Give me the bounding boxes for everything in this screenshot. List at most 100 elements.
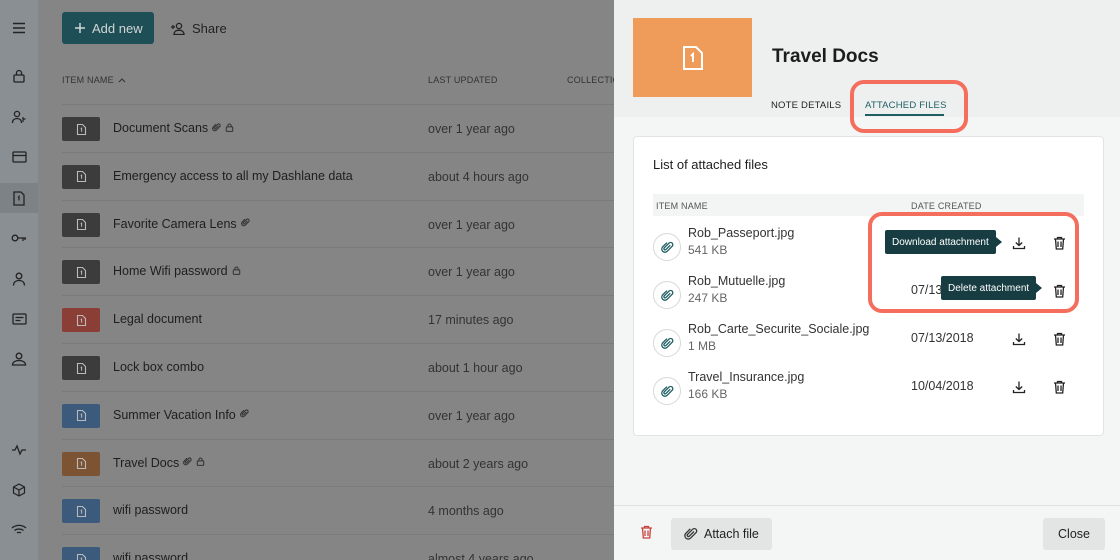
note-thumbnail-small [62,164,100,189]
note-row[interactable]: wifi password 4 months ago [62,486,614,534]
person-icon[interactable] [0,264,38,294]
note-name: Emergency access to all my Dashlane data [113,169,353,183]
note-name-text: wifi password [113,551,189,560]
column-header-collection-label: COLLECTIO [567,75,614,85]
note-row[interactable]: Legal document 17 minutes ago [62,295,614,343]
attachment-icon [183,457,192,468]
note-thumbnail-small [62,117,100,141]
credit-card-icon[interactable] [0,142,38,172]
file-name: Rob_Mutuelle.jpg [688,274,786,288]
download-icon[interactable] [1008,376,1030,398]
note-name-text: Document Scans [113,121,209,135]
column-header-collection[interactable]: COLLECTIO [567,75,614,85]
file-name: Travel_Insurance.jpg [688,370,805,384]
file-size: 247 KB [688,291,728,305]
paperclip-icon [653,377,681,405]
add-new-button[interactable]: Add new [62,12,154,44]
note-name: Home Wifi password [113,264,241,278]
note-row[interactable]: Emergency access to all my Dashlane data… [62,151,614,200]
note-detail-panel: Travel Docs NOTE DETAILS ATTACHED FILES … [614,0,1120,560]
download-icon[interactable] [1008,328,1030,350]
attach-file-label: Attach file [704,527,759,541]
close-button[interactable]: Close [1043,518,1105,550]
add-new-label: Add new [92,20,143,36]
note-updated: about 2 years ago [428,456,529,471]
note-name-text: Emergency access to all my Dashlane data [113,168,353,183]
note-thumbnail-small [62,308,100,333]
note-row[interactable]: wifi password almost 4 years ago [62,534,614,560]
lock-icon [232,266,241,277]
column-header-updated[interactable]: LAST UPDATED [428,75,498,85]
note-row[interactable]: Home Wifi password over 1 year ago [62,247,614,295]
contacts-icon[interactable] [0,344,38,374]
lock-icon [225,123,234,134]
file-size: 1 MB [688,339,717,353]
note-updated: about 1 hour ago [428,361,523,375]
note-updated: over 1 year ago [428,122,515,136]
column-header-updated-label: LAST UPDATED [428,75,498,85]
tab-note-details[interactable]: NOTE DETAILS [771,100,841,111]
cube-icon[interactable] [0,475,38,505]
trash-icon[interactable] [1048,328,1070,350]
note-name-text: wifi password [113,503,189,518]
note-icon [682,45,703,70]
note-updated: over 1 year ago [428,265,515,280]
note-thumbnail-small [62,499,100,524]
attached-file-row: Travel_Insurance.jpg 166 KB 10/04/2018 [653,369,1084,417]
secure-notes-icon[interactable] [0,183,38,213]
share-label: Share [192,20,227,36]
lock-icon[interactable] [0,61,38,91]
note-updated: about 4 hours ago [428,169,529,184]
file-name: Rob_Passeport.jpg [688,226,795,240]
wifi-settings-icon[interactable] [0,515,38,545]
note-row[interactable]: Document Scans over 1 year ago [62,104,614,152]
card-title: List of attached files [653,157,768,172]
note-name: Travel Docs [113,456,205,470]
note-row[interactable]: Summer Vacation Info over 1 year ago [62,390,614,439]
attach-file-button[interactable]: Attach file [671,518,772,550]
file-date: 10/04/2018 [911,379,974,393]
attachment-icon [240,218,250,229]
file-size: 541 KB [688,243,728,257]
file-size: 166 KB [688,387,728,401]
note-updated: almost 4 years ago [428,552,534,560]
paperclip-icon [684,528,698,540]
id-card-icon[interactable] [0,304,38,334]
delete-note-icon[interactable] [640,525,653,544]
actions-highlight-annotation [868,212,1079,313]
note-name: Legal document [113,312,202,326]
trash-icon[interactable] [1048,376,1070,398]
note-row[interactable]: Favorite Camera Lens over 1 year ago [62,199,614,248]
person-key-icon[interactable] [0,102,38,132]
note-thumbnail-small [62,403,100,428]
note-updated: 17 minutes ago [428,313,514,328]
note-name-text: Favorite Camera Lens [113,216,237,231]
note-name-text: Legal document [113,312,202,327]
file-name: Rob_Carte_Securite_Sociale.jpg [688,322,870,336]
file-date: 07/13/2018 [911,331,974,345]
note-name: wifi password [113,551,188,560]
plus-icon [75,23,85,33]
column-header-name[interactable]: ITEM NAME [62,75,126,85]
column-header-name-label: ITEM NAME [62,75,114,85]
note-row[interactable]: Travel Docs about 2 years ago [62,438,614,487]
files-header-date: DATE CREATED [911,201,982,211]
paperclip-icon [653,329,681,357]
note-thumbnail [633,18,752,97]
paperclip-icon [653,281,681,309]
note-row[interactable]: Lock box combo about 1 hour ago [62,343,614,391]
notes-list: Add new Share ITEM NAME LAST UPDATED COL… [38,0,614,560]
key-icon[interactable] [0,223,38,253]
note-name-text: Home Wifi password [113,264,228,279]
note-updated: 4 months ago [428,504,504,519]
share-button[interactable]: Share [170,12,227,44]
activity-icon[interactable] [0,435,38,465]
share-person-icon [171,22,185,35]
note-name: Summer Vacation Info [113,408,249,422]
files-header-name: ITEM NAME [656,201,708,211]
menu-icon[interactable] [0,13,38,43]
panel-footer: Attach file Close [614,505,1120,560]
note-name: Favorite Camera Lens [113,217,250,231]
note-thumbnail-small [62,260,100,285]
note-name: Document Scans [113,121,234,135]
